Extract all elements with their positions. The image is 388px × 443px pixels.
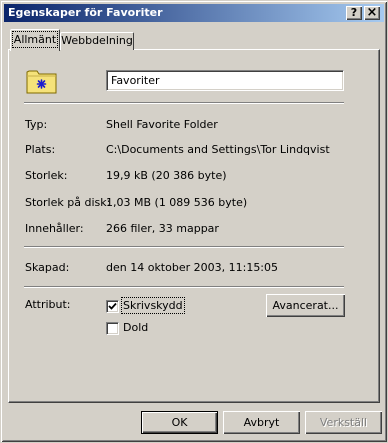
separator bbox=[24, 102, 344, 104]
tab-general-label: Allmänt bbox=[11, 31, 59, 48]
type-label: Typ: bbox=[25, 118, 48, 131]
advanced-button[interactable]: Avancerat... bbox=[266, 294, 345, 317]
apply-button[interactable]: Verkställ bbox=[305, 411, 382, 434]
folder-favorites-icon bbox=[26, 70, 57, 94]
separator bbox=[24, 246, 344, 248]
help-button[interactable]: ? bbox=[346, 6, 362, 20]
location-label: Plats: bbox=[25, 143, 56, 156]
read-only-label[interactable]: Skrivskydd bbox=[121, 297, 185, 314]
ok-button[interactable]: OK bbox=[141, 411, 218, 434]
size-label: Storlek: bbox=[25, 169, 68, 182]
tab-general[interactable]: Allmänt bbox=[10, 29, 60, 51]
hidden-checkbox[interactable] bbox=[106, 322, 119, 335]
type-value: Shell Favorite Folder bbox=[106, 118, 218, 131]
tab-web-sharing[interactable]: Webbdelning bbox=[60, 32, 134, 50]
size-on-disk-value: 1,03 MB (1 089 536 byte) bbox=[106, 196, 248, 209]
attributes-label: Attribut: bbox=[25, 298, 71, 311]
checkmark-icon bbox=[108, 302, 117, 310]
folder-name-input[interactable] bbox=[106, 70, 344, 91]
location-value: C:\Documents and Settings\Tor Lindqvist bbox=[106, 143, 330, 156]
title-bar[interactable]: Egenskaper för Favoriter ? × bbox=[4, 4, 384, 22]
tab-web-sharing-label: Webbdelning bbox=[61, 34, 133, 47]
separator bbox=[24, 286, 344, 288]
size-on-disk-label: Storlek på disk: bbox=[25, 196, 111, 209]
properties-dialog: Egenskaper för Favoriter ? × Allmänt Web… bbox=[0, 0, 388, 443]
cancel-button[interactable]: Avbryt bbox=[223, 411, 300, 434]
read-only-checkbox[interactable] bbox=[106, 300, 119, 313]
close-button[interactable]: × bbox=[364, 6, 380, 20]
hidden-label[interactable]: Dold bbox=[123, 321, 148, 334]
size-value: 19,9 kB (20 386 byte) bbox=[106, 169, 227, 182]
created-label: Skapad: bbox=[25, 261, 70, 274]
contains-label: Innehåller: bbox=[25, 222, 84, 235]
window-title: Egenskaper för Favoriter bbox=[8, 6, 163, 19]
created-value: den 14 oktober 2003, 11:15:05 bbox=[106, 261, 279, 274]
contains-value: 266 filer, 33 mappar bbox=[106, 222, 219, 235]
